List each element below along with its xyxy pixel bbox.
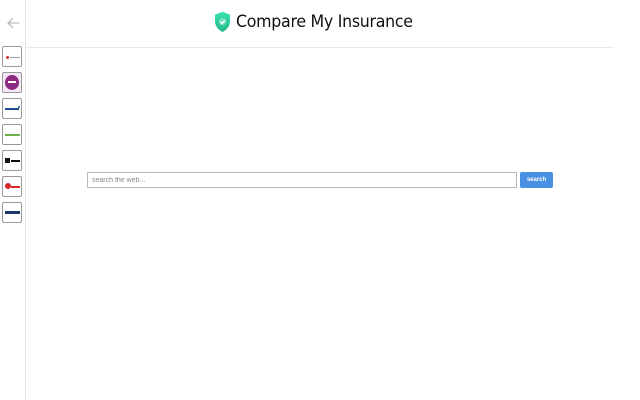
arrow-left-icon <box>7 17 20 29</box>
search-input[interactable] <box>87 172 517 188</box>
brand: Compare My Insurance <box>26 11 614 33</box>
logo-2-wordmark <box>8 81 16 83</box>
page-title: Compare My Insurance <box>235 12 413 32</box>
insurance-logo-3-icon <box>5 108 19 110</box>
logo-3-accent <box>18 106 20 108</box>
sidebar <box>0 0 26 400</box>
shortcut-tile-5[interactable] <box>2 150 22 171</box>
insurance-logo-7-icon <box>5 211 20 214</box>
back-button[interactable] <box>4 14 22 32</box>
shortcut-list <box>2 46 24 228</box>
header: Compare My Insurance <box>26 0 614 48</box>
shortcut-tile-6[interactable] <box>2 176 22 197</box>
new-tab-page: Compare My Insurance search <box>0 0 640 400</box>
search-button[interactable]: search <box>520 172 553 188</box>
shortcut-tile-4[interactable] <box>2 124 22 145</box>
insurance-logo-4-icon <box>5 134 20 136</box>
shortcut-tile-7[interactable] <box>2 202 22 223</box>
search-bar: search <box>87 172 553 188</box>
logo-5-wordmark <box>11 160 20 162</box>
logo-1-wordmark <box>10 57 20 58</box>
shortcut-tile-2[interactable] <box>2 72 22 93</box>
shield-check-icon <box>214 11 230 33</box>
shortcut-tile-1[interactable] <box>2 46 22 67</box>
logo-6-wordmark <box>11 186 20 188</box>
insurance-logo-5-icon <box>5 158 10 163</box>
insurance-logo-1-icon <box>6 56 9 59</box>
shortcut-tile-3[interactable] <box>2 98 22 119</box>
